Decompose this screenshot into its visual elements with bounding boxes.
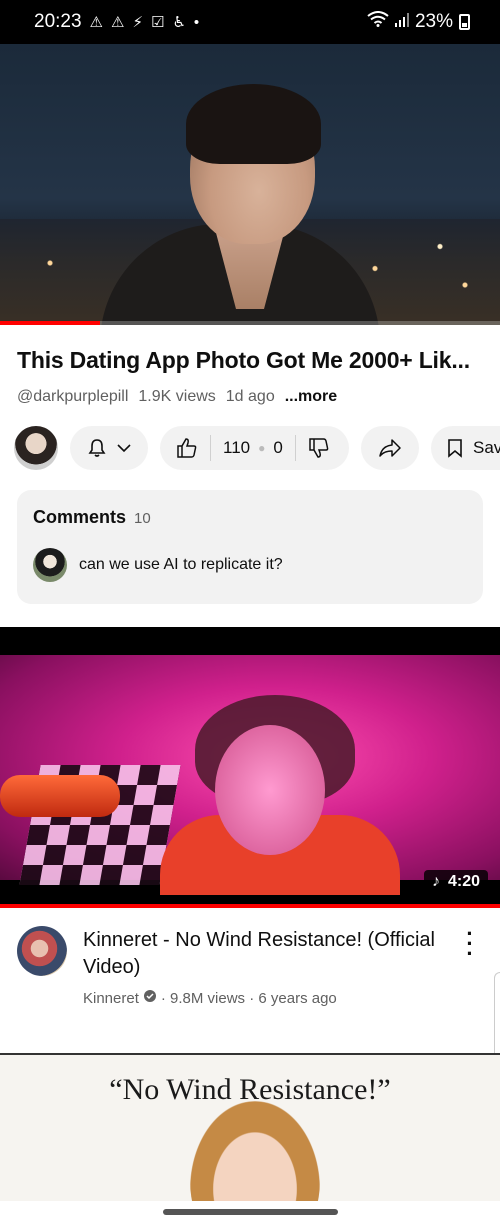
verified-icon	[143, 989, 157, 1007]
duration-text: 4:20	[447, 873, 480, 890]
duration-badge: ♪ 4:20	[423, 870, 488, 894]
video-card-title[interactable]: Kinneret - No Wind Resistance! (Official…	[83, 927, 438, 981]
music-note-icon: ♪	[431, 873, 440, 890]
subscribe-bell-button[interactable]	[70, 426, 148, 470]
status-time: 20:23	[34, 11, 82, 32]
video-card-info[interactable]: Kinneret - No Wind Resistance! (Official…	[0, 915, 500, 1035]
battery-icon	[459, 14, 470, 30]
separator-dot: ●	[258, 441, 266, 455]
channel-avatar[interactable]	[17, 926, 67, 976]
watched-progress-bar	[0, 904, 500, 908]
warning-icon: ⚠	[89, 14, 103, 31]
like-count: 110	[223, 438, 251, 457]
divider	[0, 1053, 500, 1055]
upload-age: 1d ago	[225, 388, 275, 405]
dot-icon: •	[193, 13, 200, 31]
battery-percent: 23%	[414, 11, 453, 32]
thumbnail-face	[215, 725, 325, 855]
comments-label: Comments	[33, 507, 127, 527]
more-vert-icon[interactable]: · · ·	[466, 923, 474, 965]
video-thumbnail[interactable]: ♪ 4:20	[0, 627, 500, 908]
comment-text: can we use AI to replicate it?	[79, 556, 283, 573]
status-right: 23%	[367, 11, 470, 33]
like-dislike-group: 110 ● 0	[160, 426, 349, 470]
comments-section[interactable]: Comments 10 can we use AI to replicate i…	[17, 490, 483, 604]
comments-header: Comments 10	[33, 507, 151, 528]
video-card-stats: · 9.8M views · 6 years ago	[160, 989, 337, 1007]
video-card-meta: Kinneret · 9.8M views · 6 years ago	[83, 989, 337, 1007]
flash-icon: ⚡	[132, 14, 143, 31]
thumbnail-image	[0, 655, 500, 895]
video-title[interactable]: This Dating App Photo Got Me 2000+ Lik..…	[17, 347, 487, 374]
divider	[294, 435, 296, 461]
divider	[210, 435, 211, 461]
signal-icon	[394, 11, 409, 33]
comments-count: 10	[134, 510, 151, 527]
video-player[interactable]	[0, 44, 500, 325]
share-button[interactable]	[361, 426, 419, 470]
wifi-icon	[367, 11, 389, 33]
action-row: 110 ● 0 Save	[14, 425, 500, 471]
save-button[interactable]: Save	[431, 426, 500, 470]
warning-icon: ⚠	[111, 14, 125, 31]
status-left: 20:23 ⚠ ⚠ ⚡ ☑ ♿ •	[34, 11, 199, 33]
channel-name[interactable]: Kinneret	[83, 990, 139, 1007]
save-label: Save	[473, 438, 500, 457]
chevron-down-icon	[117, 443, 131, 453]
view-count: 1.9K views	[138, 388, 216, 405]
mail-check-icon: ☑	[151, 14, 165, 31]
video-subject-hair	[186, 84, 321, 164]
channel-avatar[interactable]	[14, 426, 58, 470]
top-comment[interactable]: can we use AI to replicate it?	[33, 548, 283, 582]
status-bar: 20:23 ⚠ ⚠ ⚡ ☑ ♿ • 23%	[0, 0, 500, 44]
accessibility-icon: ♿	[172, 14, 186, 31]
home-gesture-bar[interactable]	[163, 1209, 338, 1215]
share-icon	[379, 438, 401, 458]
channel-handle[interactable]: @darkpurplepill	[17, 388, 128, 406]
video-thumbnail[interactable]: “No Wind Resistance!”	[0, 1053, 500, 1203]
dislike-count: 0	[273, 438, 283, 457]
video-meta: @darkpurplepill 1.9K views 1d ago ...mor…	[17, 388, 337, 406]
thumbnail-title-text: “No Wind Resistance!”	[109, 1073, 391, 1106]
thumbnail-face	[190, 1101, 320, 1203]
thumbs-up-icon[interactable]	[176, 437, 198, 459]
video-info-panel: This Dating App Photo Got Me 2000+ Lik..…	[0, 325, 500, 620]
more-link[interactable]: ...more	[285, 388, 337, 406]
commenter-avatar	[33, 548, 67, 582]
thumbnail-hairdryer	[0, 775, 120, 817]
bell-icon	[87, 438, 107, 458]
bookmark-icon	[447, 438, 463, 458]
thumbs-down-icon[interactable]	[308, 437, 330, 459]
